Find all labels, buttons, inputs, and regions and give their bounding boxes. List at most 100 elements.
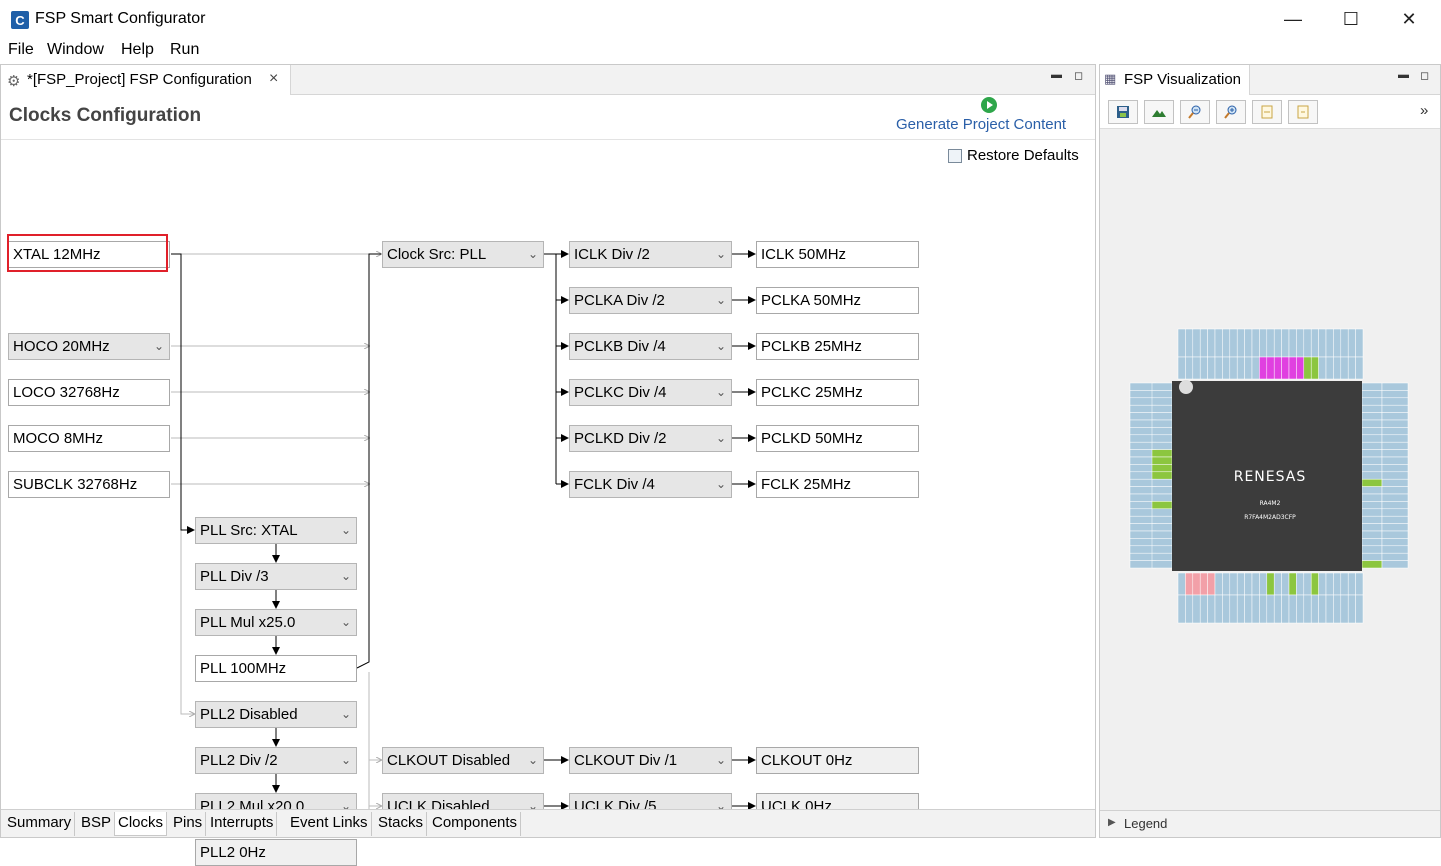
pin-bottom[interactable] xyxy=(1355,572,1364,596)
pin-right-outer[interactable] xyxy=(1381,523,1409,532)
pin-top[interactable] xyxy=(1222,356,1231,380)
zoom-out-icon[interactable] xyxy=(1180,100,1210,124)
pin-left[interactable] xyxy=(1151,486,1173,495)
pin-left[interactable] xyxy=(1151,449,1173,458)
pin-bottom[interactable] xyxy=(1273,572,1282,596)
pin-right-outer[interactable] xyxy=(1381,471,1409,480)
pin-right-outer[interactable] xyxy=(1381,478,1409,487)
pin-bottom[interactable] xyxy=(1318,572,1327,596)
pin-bottom[interactable] xyxy=(1340,572,1349,596)
pin-right[interactable] xyxy=(1361,434,1383,443)
pin-top-outer[interactable] xyxy=(1236,328,1245,358)
pin-top-outer[interactable] xyxy=(1333,328,1342,358)
iclk-div-select[interactable]: ICLK Div /2 ⌄ xyxy=(569,241,732,268)
pin-right-outer[interactable] xyxy=(1381,427,1409,436)
pin-right[interactable] xyxy=(1361,390,1383,399)
pin-bottom-outer[interactable] xyxy=(1229,594,1238,624)
pin-bottom[interactable] xyxy=(1259,572,1268,596)
pin-right[interactable] xyxy=(1361,464,1383,473)
pin-bottom[interactable] xyxy=(1296,572,1305,596)
pll-src-select[interactable]: PLL Src: XTAL ⌄ xyxy=(195,517,357,544)
pin-top-outer[interactable] xyxy=(1355,328,1364,358)
zoom-in-icon[interactable] xyxy=(1216,100,1246,124)
pin-bottom-outer[interactable] xyxy=(1192,594,1201,624)
minimize-button[interactable]: — xyxy=(1270,6,1316,32)
toolbar-overflow-icon[interactable]: » xyxy=(1420,102,1428,119)
pin-left[interactable] xyxy=(1151,419,1173,428)
pin-bottom-outer[interactable] xyxy=(1325,594,1334,624)
pin-top-outer[interactable] xyxy=(1347,328,1356,358)
pin-left[interactable] xyxy=(1151,493,1173,502)
pin-top-outer[interactable] xyxy=(1303,328,1312,358)
pin-left[interactable] xyxy=(1151,478,1173,487)
pin-top[interactable] xyxy=(1214,356,1223,380)
pin-right[interactable] xyxy=(1361,404,1383,413)
maximize-pane-icon[interactable]: ◻ xyxy=(1074,69,1083,82)
pin-right[interactable] xyxy=(1361,538,1383,547)
run-icon[interactable] xyxy=(981,97,997,113)
pclka-div-select[interactable]: PCLKA Div /2 ⌄ xyxy=(569,287,732,314)
pin-bottom-outer[interactable] xyxy=(1333,594,1342,624)
pin-bottom[interactable] xyxy=(1347,572,1356,596)
legend-bar[interactable]: ▶ Legend xyxy=(1100,810,1440,837)
pin-top[interactable] xyxy=(1177,356,1186,380)
pin-bottom-outer[interactable] xyxy=(1347,594,1356,624)
pin-top-outer[interactable] xyxy=(1177,328,1186,358)
fclk-div-select[interactable]: FCLK Div /4 ⌄ xyxy=(569,471,732,498)
pin-right[interactable] xyxy=(1361,530,1383,539)
pin-left[interactable] xyxy=(1151,456,1173,465)
tab-stacks[interactable]: Stacks xyxy=(375,812,428,836)
pin-left[interactable] xyxy=(1151,545,1173,554)
close-button[interactable]: ✕ xyxy=(1386,6,1432,32)
pin-bottom[interactable] xyxy=(1229,572,1238,596)
pin-right[interactable] xyxy=(1361,441,1383,450)
pin-right-outer[interactable] xyxy=(1381,449,1409,458)
minimize-pane-icon[interactable]: ▬ xyxy=(1398,69,1409,81)
pin-top[interactable] xyxy=(1199,356,1208,380)
pin-left[interactable] xyxy=(1151,382,1173,391)
pin-right[interactable] xyxy=(1361,427,1383,436)
pin-top[interactable] xyxy=(1192,356,1201,380)
pin-left[interactable] xyxy=(1151,515,1173,524)
pin-right-outer[interactable] xyxy=(1381,560,1409,569)
pin-top-outer[interactable] xyxy=(1192,328,1201,358)
menu-file[interactable]: File xyxy=(8,41,34,59)
pin-top[interactable] xyxy=(1318,356,1327,380)
pin-top-outer[interactable] xyxy=(1318,328,1327,358)
pin-top[interactable] xyxy=(1340,356,1349,380)
pin-top-outer[interactable] xyxy=(1185,328,1194,358)
clkout-src-select[interactable]: CLKOUT Disabled ⌄ xyxy=(382,747,544,774)
pin-left[interactable] xyxy=(1151,434,1173,443)
pin-left[interactable] xyxy=(1151,471,1173,480)
pin-top-outer[interactable] xyxy=(1296,328,1305,358)
pin-top-outer[interactable] xyxy=(1266,328,1275,358)
pclkb-div-select[interactable]: PCLKB Div /4 ⌄ xyxy=(569,333,732,360)
tab-clocks[interactable]: Clocks xyxy=(114,812,168,836)
minimize-pane-icon[interactable]: ▬ xyxy=(1051,69,1062,81)
pin-bottom-outer[interactable] xyxy=(1273,594,1282,624)
pin-right-outer[interactable] xyxy=(1381,456,1409,465)
pin-right[interactable] xyxy=(1361,449,1383,458)
pin-bottom-outer[interactable] xyxy=(1251,594,1260,624)
pin-bottom[interactable] xyxy=(1251,572,1260,596)
pin-bottom[interactable] xyxy=(1281,572,1290,596)
pin-right-outer[interactable] xyxy=(1381,390,1409,399)
pin-left[interactable] xyxy=(1151,508,1173,517)
menu-help[interactable]: Help xyxy=(121,41,154,59)
pin-bottom[interactable] xyxy=(1325,572,1334,596)
clock-src-select[interactable]: Clock Src: PLL ⌄ xyxy=(382,241,544,268)
generate-project-content-link[interactable]: Generate Project Content xyxy=(896,116,1066,133)
pin-right[interactable] xyxy=(1361,486,1383,495)
pin-right-outer[interactable] xyxy=(1381,530,1409,539)
pin-left[interactable] xyxy=(1151,427,1173,436)
pin-left[interactable] xyxy=(1151,464,1173,473)
pin-bottom-outer[interactable] xyxy=(1281,594,1290,624)
pin-top[interactable] xyxy=(1355,356,1364,380)
menu-run[interactable]: Run xyxy=(170,41,199,59)
pin-bottom-outer[interactable] xyxy=(1296,594,1305,624)
pin-right[interactable] xyxy=(1361,419,1383,428)
pin-right-outer[interactable] xyxy=(1381,419,1409,428)
pin-right-outer[interactable] xyxy=(1381,545,1409,554)
pin-right-outer[interactable] xyxy=(1381,434,1409,443)
pin-top[interactable] xyxy=(1259,356,1268,380)
